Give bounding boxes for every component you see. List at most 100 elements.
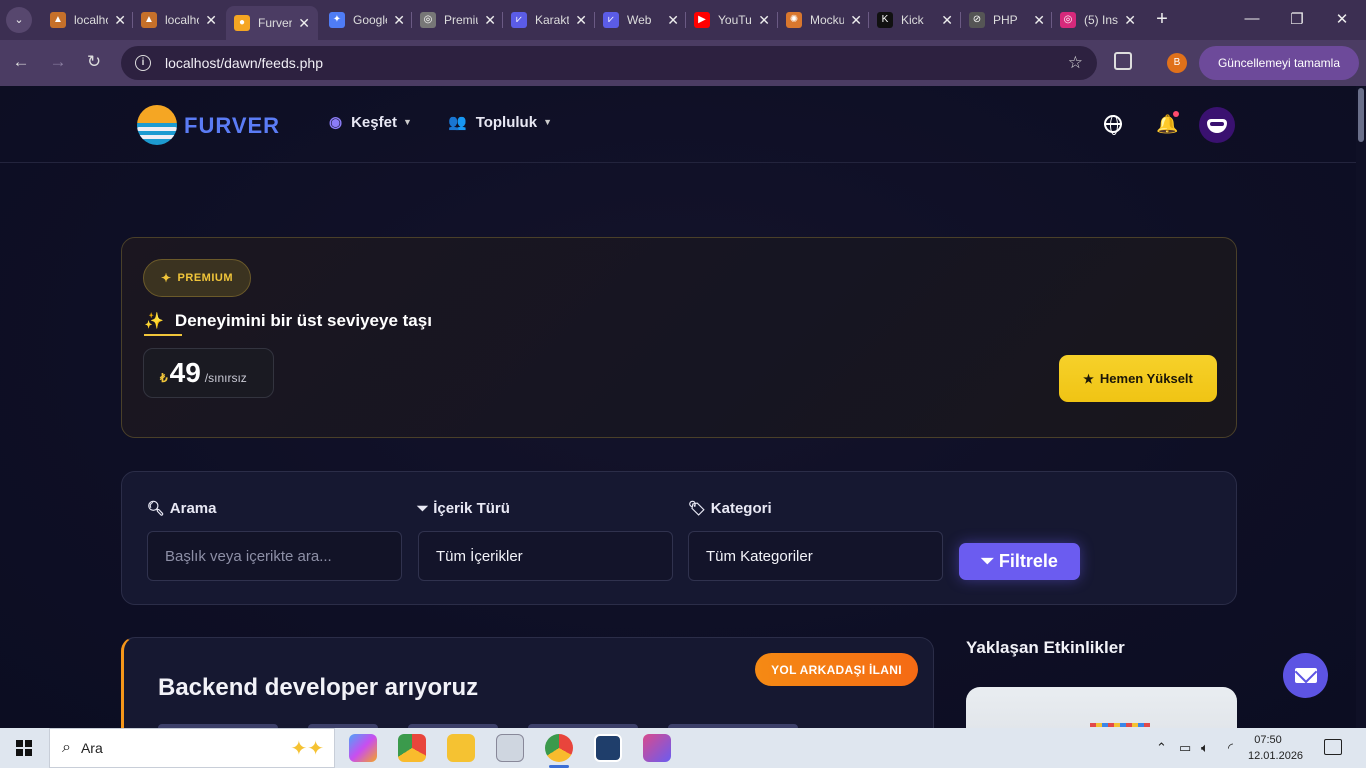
tab-favicon-icon: ▶ bbox=[694, 12, 710, 28]
snipping-tool-icon[interactable] bbox=[496, 734, 524, 762]
browser-tab[interactable]: ⩗ Karakter ✕ bbox=[503, 6, 595, 34]
tab-title: Web bbox=[627, 13, 652, 27]
browser-tab[interactable]: ◎ Premium ✕ bbox=[412, 6, 504, 34]
tab-favicon-icon: ◎ bbox=[420, 12, 436, 28]
filter-icon: ⏷ bbox=[981, 552, 994, 570]
compass-icon: ◉ bbox=[329, 114, 343, 131]
tab-close-icon[interactable]: ✕ bbox=[575, 12, 587, 29]
tab-close-icon[interactable]: ✕ bbox=[484, 12, 496, 29]
premium-card: ✦ PREMIUM ✨ Deneyimini bir üst seviyeye … bbox=[121, 237, 1237, 438]
browser-tab[interactable]: ▲ localhost ✕ bbox=[42, 6, 134, 34]
new-tab-icon[interactable]: + bbox=[1152, 8, 1172, 31]
upgrade-button-label: Hemen Yükselt bbox=[1099, 371, 1193, 386]
site-navbar: FURVER ◉ Keşfet ▼ 👥 Topluluk ▼ 🔔 bbox=[0, 86, 1356, 163]
mail-fab[interactable] bbox=[1283, 653, 1328, 698]
nav-topluluk[interactable]: 👥 Topluluk ▼ bbox=[448, 113, 552, 132]
tray-chevron-icon[interactable]: ⌃ bbox=[1156, 740, 1167, 756]
tab-close-icon[interactable]: ✕ bbox=[667, 12, 679, 29]
user-avatar[interactable] bbox=[1199, 107, 1235, 143]
browser-tab[interactable]: ⊘ PHP ✕ bbox=[961, 6, 1053, 34]
post-title[interactable]: Backend developer arıyoruz bbox=[158, 674, 478, 702]
filter-button-label: Filtrele bbox=[998, 551, 1058, 571]
tab-close-icon[interactable]: ✕ bbox=[1033, 12, 1045, 29]
browser-tab[interactable]: ▶ YouTube ✕ bbox=[686, 6, 778, 34]
copilot-icon[interactable] bbox=[349, 734, 377, 762]
chrome-icon[interactable] bbox=[398, 734, 426, 762]
upgrade-button[interactable]: ★ Hemen Yükselt bbox=[1059, 355, 1217, 402]
close-window-icon[interactable]: ✕ bbox=[1332, 10, 1352, 28]
tab-favicon-icon: ⩗ bbox=[603, 12, 619, 28]
tab-title: Furver bbox=[258, 16, 293, 30]
tab-title: PHP bbox=[993, 13, 1018, 27]
tab-close-icon[interactable]: ✕ bbox=[298, 15, 310, 32]
caret-down-icon: ▼ bbox=[543, 117, 552, 127]
tab-close-icon[interactable]: ✕ bbox=[1124, 12, 1136, 29]
content-type-label: ⏷ İçerik Türü bbox=[417, 500, 510, 517]
furver-logo-icon[interactable] bbox=[137, 105, 177, 145]
tab-title: YouTube bbox=[718, 13, 752, 27]
tab-search-icon[interactable]: ⌄ bbox=[6, 7, 32, 33]
browser-tab[interactable]: ✺ Mockup ✕ bbox=[778, 6, 870, 34]
browser-tab[interactable]: ✦ Google Gemini ✕ bbox=[321, 6, 413, 34]
price-box: ₺ 49 /sınırsız bbox=[143, 348, 274, 398]
browser-tab[interactable]: ● Furver ✕ bbox=[226, 6, 318, 40]
windows-start-icon[interactable] bbox=[16, 740, 32, 756]
event-image[interactable] bbox=[966, 687, 1237, 728]
nav-kesfet-label: Keşfet bbox=[351, 113, 397, 131]
notification-center-icon[interactable] bbox=[1324, 739, 1342, 755]
content-type-select[interactable]: Tüm İçerikler bbox=[418, 531, 673, 581]
filter-button[interactable]: ⏷ Filtrele bbox=[959, 543, 1080, 580]
battery-icon[interactable]: ▭ bbox=[1179, 740, 1191, 756]
forward-icon[interactable]: → bbox=[47, 52, 69, 72]
browser-tab[interactable]: ▲ localhost ✕ bbox=[133, 6, 225, 34]
search-input[interactable]: Başlık veya içerikte ara... bbox=[147, 531, 402, 581]
tab-close-icon[interactable]: ✕ bbox=[941, 12, 953, 29]
app-icon[interactable] bbox=[643, 734, 671, 762]
browser-tab[interactable]: ⩗ Web ✕ bbox=[595, 6, 687, 34]
url-text[interactable]: localhost/dawn/feeds.php bbox=[165, 55, 1068, 71]
devtools-app-icon[interactable] bbox=[594, 734, 622, 762]
tab-favicon-icon: ● bbox=[234, 15, 250, 31]
wifi-icon[interactable]: ◜ bbox=[1228, 740, 1233, 756]
site-info-icon[interactable]: i bbox=[135, 55, 151, 71]
volume-icon[interactable]: 🔈︎ bbox=[1201, 740, 1209, 756]
nav-kesfet[interactable]: ◉ Keşfet ▼ bbox=[329, 113, 412, 132]
restore-icon[interactable]: ❐ bbox=[1287, 10, 1307, 28]
taskbar-search-text: Ara bbox=[80, 740, 103, 756]
profile-avatar[interactable]: B bbox=[1167, 53, 1187, 73]
premium-badge: ✦ PREMIUM bbox=[143, 259, 251, 297]
bookmark-star-icon[interactable]: ☆ bbox=[1068, 53, 1083, 73]
minimize-icon[interactable]: — bbox=[1242, 10, 1262, 27]
post-type-badge: YOL ARKADAŞI İLANI bbox=[755, 653, 918, 686]
clock-time: 07:50 bbox=[1254, 734, 1282, 746]
chrome-profile-icon[interactable] bbox=[545, 734, 573, 762]
clock-date: 12.01.2026 bbox=[1248, 750, 1304, 762]
search-icon: 🔍︎ bbox=[147, 500, 165, 516]
tab-close-icon[interactable]: ✕ bbox=[393, 12, 405, 29]
extensions-icon[interactable] bbox=[1114, 52, 1132, 70]
reload-icon[interactable]: ↻ bbox=[83, 52, 105, 72]
bell-icon[interactable]: 🔔 bbox=[1156, 114, 1178, 135]
back-icon[interactable]: ← bbox=[10, 52, 32, 72]
browser-tabstrip: ⌄ ▲ localhost ✕ ▲ localhost ✕ ● Furver ✕ ✦ Google … bbox=[0, 0, 1366, 40]
post-card[interactable]: YOL ARKADAŞI İLANI Backend developer arı… bbox=[121, 637, 934, 728]
tab-close-icon[interactable]: ✕ bbox=[114, 12, 126, 29]
tab-close-icon[interactable]: ✕ bbox=[205, 12, 217, 29]
premium-title: ✨ Deneyimini bir üst seviyeye taşı bbox=[144, 311, 432, 331]
site-logo-text[interactable]: FURVER bbox=[184, 113, 280, 139]
system-clock[interactable]: 07:50 12.01.2026 bbox=[1248, 732, 1304, 764]
tab-favicon-icon: ▲ bbox=[141, 12, 157, 28]
page-scrollbar[interactable] bbox=[1356, 86, 1366, 728]
browser-tab[interactable]: ◎ (5) Instagram ✕ bbox=[1052, 6, 1144, 34]
tab-close-icon[interactable]: ✕ bbox=[758, 12, 770, 29]
envelope-icon bbox=[1294, 668, 1317, 683]
page-viewport: FURVER ◉ Keşfet ▼ 👥 Topluluk ▼ 🔔 ✦ PREMI… bbox=[0, 86, 1356, 728]
category-select[interactable]: Tüm Kategoriler bbox=[688, 531, 943, 581]
globe-icon[interactable] bbox=[1104, 115, 1122, 135]
update-button[interactable]: Güncellemeyi tamamla bbox=[1199, 46, 1359, 80]
taskbar-search[interactable]: ⌕ Ara ✦✦ bbox=[49, 728, 335, 768]
address-bar[interactable]: i localhost/dawn/feeds.php ☆ bbox=[121, 46, 1097, 80]
browser-tab[interactable]: K Kick ✕ bbox=[869, 6, 961, 34]
tab-close-icon[interactable]: ✕ bbox=[850, 12, 862, 29]
file-explorer-icon[interactable] bbox=[447, 734, 475, 762]
